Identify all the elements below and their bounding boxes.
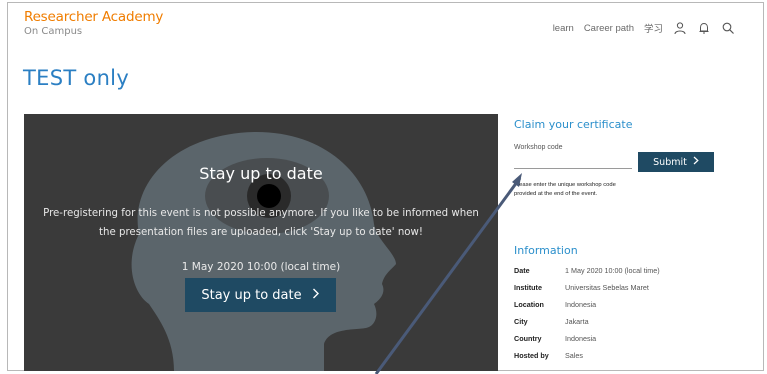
hero-date: 1 May 2020 10:00 (local time) [181,261,341,273]
claim-certificate-title: Claim your certificate [514,118,633,131]
workshop-code-label: Workshop code [514,144,563,151]
info-row-date: Date 1 May 2020 10:00 (local time) [514,262,660,279]
page-title: TEST only [23,66,130,90]
info-value: Indonesia [565,334,597,343]
brand-logo[interactable]: Researcher Academy On Campus [24,9,164,37]
information-table: Date 1 May 2020 10:00 (local time) Instit… [514,262,660,364]
workshop-code-help: Please enter the unique workshop code pr… [514,182,616,197]
info-key: Country [514,334,542,343]
nav-link-career-path[interactable]: Career path [584,23,634,34]
event-hero: Stay up to date Pre-registering for this… [24,114,498,371]
hero-title: Stay up to date [199,164,323,183]
info-row-institute: Institute Universitas Sebelas Maret [514,279,660,296]
bell-icon[interactable] [697,21,711,35]
info-key: Date [514,266,530,275]
workshop-code-input[interactable] [514,154,632,169]
info-value: Sales [565,351,583,360]
submit-label: Submit [653,156,687,168]
nav-link-learn[interactable]: learn [553,23,574,34]
info-row-country: Country Indonesia [514,330,660,347]
head-silhouette-illustration [24,114,498,371]
stay-up-to-date-label: Stay up to date [201,287,302,303]
submit-button[interactable]: Submit [638,152,714,172]
top-nav: learn Career path 学习 [553,21,735,35]
info-value: Universitas Sebelas Maret [565,283,649,292]
hero-message: Pre-registering for this event is not po… [43,208,479,238]
nav-link-language[interactable]: 学习 [644,21,663,35]
chevron-right-icon [312,288,320,303]
brand-name: Researcher Academy [24,9,164,25]
brand-subtitle: On Campus [24,25,83,37]
information-title: Information [514,244,578,257]
info-key: Institute [514,283,542,292]
stay-up-to-date-button[interactable]: Stay up to date [185,278,336,312]
info-row-hosted-by: Hosted by Sales [514,347,660,364]
search-icon[interactable] [721,21,735,35]
info-key: Hosted by [514,351,549,360]
info-value: Indonesia [565,300,597,309]
info-value: 1 May 2020 10:00 (local time) [565,266,660,275]
info-value: Jakarta [565,317,589,326]
info-key: City [514,317,528,326]
info-row-location: Location Indonesia [514,296,660,313]
info-row-city: City Jakarta [514,313,660,330]
user-icon[interactable] [673,21,687,35]
chevron-right-icon [693,156,699,168]
info-key: Location [514,300,544,309]
